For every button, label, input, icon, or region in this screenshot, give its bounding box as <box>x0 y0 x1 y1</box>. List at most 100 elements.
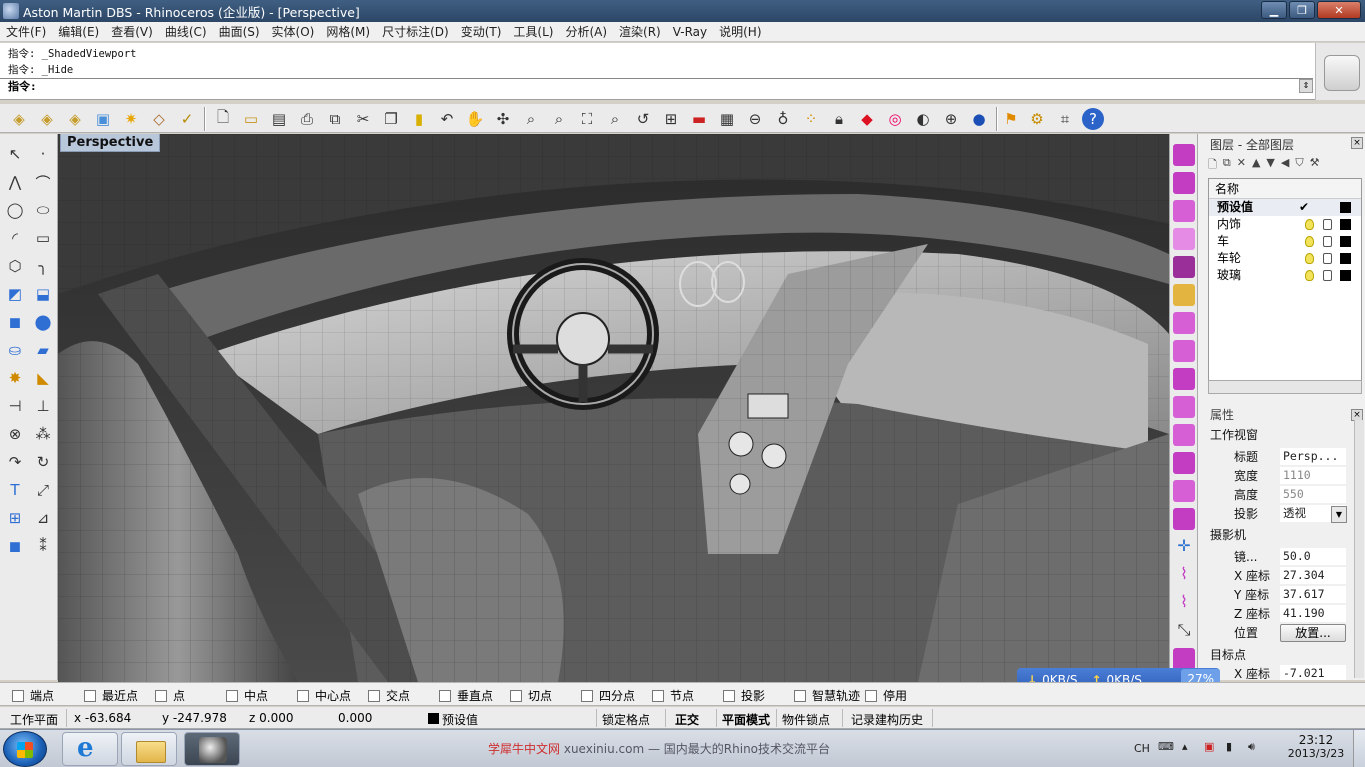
checkbox[interactable] <box>865 689 877 702</box>
select-tag-icon[interactable]: ◈ <box>64 108 86 130</box>
render-sphere-icon[interactable]: ● <box>968 108 990 130</box>
revolve-icon[interactable] <box>1173 368 1195 390</box>
camera-x-field[interactable]: 27.304 <box>1280 567 1346 584</box>
undo-icon[interactable]: ↶ <box>436 108 458 130</box>
curve-cv-icon[interactable]: ⌒ <box>31 170 55 194</box>
scale-arrow-icon[interactable]: ⤡ <box>1173 620 1195 642</box>
layer-row[interactable]: 玻璃 <box>1209 267 1361 284</box>
polygon-icon[interactable]: ⬡ <box>3 254 27 278</box>
text-icon[interactable]: T <box>3 478 27 502</box>
camera-y-field[interactable]: 37.617 <box>1280 586 1346 603</box>
solid-cube-icon[interactable] <box>1173 508 1195 530</box>
surface-corners-icon[interactable]: ◩ <box>3 282 27 306</box>
curve-point-icon[interactable]: ⌇ <box>1173 592 1195 614</box>
checkbox[interactable] <box>226 689 238 702</box>
checkbox[interactable] <box>581 689 593 702</box>
planar-surface-icon[interactable] <box>1173 480 1195 502</box>
fillet-curve-icon[interactable]: ╮ <box>31 254 55 278</box>
target-x-field[interactable]: -7.021 <box>1280 665 1346 680</box>
viewport-title-field[interactable]: Persp... <box>1280 448 1346 465</box>
menu-view[interactable]: 查看(V) <box>105 23 159 40</box>
zoom-extents-icon[interactable]: ⛶ <box>576 108 598 130</box>
tray-arrow-icon[interactable]: ▴ <box>1182 740 1188 753</box>
osnap-disable[interactable]: 停用 <box>865 687 907 704</box>
solid-box-icon[interactable]: ◼ <box>3 534 27 558</box>
camera-z-field[interactable]: 41.190 <box>1280 605 1346 622</box>
unlock-icon[interactable] <box>1323 236 1332 247</box>
menu-dimension[interactable]: 尺寸标注(D) <box>376 23 455 40</box>
close-icon[interactable]: × <box>1351 137 1363 149</box>
tray-app-icon[interactable]: ▣ <box>1204 740 1214 753</box>
box-icon[interactable]: ◼ <box>3 310 27 334</box>
menu-file[interactable]: 文件(F) <box>0 23 52 40</box>
osnap-tangent[interactable]: 切点 <box>510 687 552 704</box>
properties-scrollbar[interactable] <box>1354 420 1364 678</box>
osnap-end[interactable]: 端点 <box>12 687 54 704</box>
lock-icon[interactable]: 🔒︎ <box>828 108 850 130</box>
unlock-icon[interactable] <box>1323 253 1332 264</box>
filter-icon[interactable]: ⛉ <box>1295 156 1303 174</box>
layer-color-swatch[interactable] <box>1340 270 1351 281</box>
boolean-icon[interactable]: ⊗ <box>3 422 27 446</box>
cylinder-icon[interactable]: ⛀ <box>3 338 27 362</box>
menu-curve[interactable]: 曲线(C) <box>159 23 213 40</box>
osnap-mid[interactable]: 中点 <box>226 687 268 704</box>
input-method-indicator[interactable]: CH <box>1134 742 1150 755</box>
split-icon[interactable]: ⊥ <box>31 394 55 418</box>
menu-mesh[interactable]: 网格(M) <box>320 23 376 40</box>
blend-surface-icon[interactable] <box>1173 340 1195 362</box>
layer-row[interactable]: 内饰 <box>1209 216 1361 233</box>
planar-toggle[interactable]: 平面模式 <box>722 711 770 728</box>
rotate-view-icon[interactable]: ✣ <box>492 108 514 130</box>
keyboard-icon[interactable]: ⌨ <box>1158 740 1174 753</box>
minimize-button[interactable]: ▁ <box>1261 1 1287 19</box>
select-points-icon[interactable]: ⁘ <box>800 108 822 130</box>
select-tag-icon[interactable]: ◈ <box>36 108 58 130</box>
new-layer-icon[interactable]: 🗋 <box>1208 156 1217 174</box>
zoom-icon[interactable]: ⌕ <box>520 108 542 130</box>
options-gear-icon[interactable]: ⚙ <box>1026 108 1048 130</box>
layer-color-swatch[interactable] <box>1340 253 1351 264</box>
osnap-toggle[interactable]: 物件锁点 <box>782 711 830 728</box>
menu-edit[interactable]: 编辑(E) <box>52 23 105 40</box>
explode-icon[interactable]: ✸ <box>3 366 27 390</box>
zoom-selected-icon[interactable]: ⌕ <box>604 108 626 130</box>
pan-hand-icon[interactable]: ✋ <box>464 108 486 130</box>
cplane-icon[interactable]: ⊖ <box>744 108 766 130</box>
menu-analyze[interactable]: 分析(A) <box>559 23 613 40</box>
explorer-folder-icon[interactable] <box>121 732 177 766</box>
cube-icon[interactable]: ▣ <box>92 108 114 130</box>
copy-icon[interactable]: ❐ <box>380 108 402 130</box>
menu-surface[interactable]: 曲面(S) <box>213 23 266 40</box>
select-tag-icon[interactable]: ◈ <box>8 108 30 130</box>
car-icon[interactable]: ▬ <box>688 108 710 130</box>
layer-row[interactable]: 预设值 ✔ <box>1209 199 1361 216</box>
command-prompt[interactable]: 指令: <box>0 78 1313 95</box>
viewport-title-tab[interactable]: Perspective <box>60 134 161 152</box>
current-layer-status[interactable]: 预设值 <box>442 711 478 728</box>
tree-icon[interactable]: ⌗ <box>1054 108 1076 130</box>
polyline-icon[interactable]: ⋀ <box>3 170 27 194</box>
dimension-icon[interactable]: ⊿ <box>31 506 55 530</box>
lightbulb-icon[interactable] <box>1305 270 1314 281</box>
menu-render[interactable]: 渲染(R) <box>613 23 667 40</box>
checkbox[interactable] <box>12 689 24 702</box>
mesh-box-icon[interactable] <box>1173 256 1195 278</box>
clock[interactable]: 23:12 2013/3/23 <box>1286 733 1346 760</box>
offset-surface-icon[interactable] <box>1173 424 1195 446</box>
menu-transform[interactable]: 变动(T) <box>455 23 508 40</box>
light-icon[interactable]: ✷ <box>120 108 142 130</box>
rotate-icon[interactable]: ↷ <box>3 450 27 474</box>
color-wheel-icon[interactable]: ◎ <box>884 108 906 130</box>
menu-vray[interactable]: V-Ray <box>667 25 713 39</box>
patch-icon[interactable] <box>1173 228 1195 250</box>
move-out-icon[interactable]: ◀ <box>1281 156 1289 174</box>
wire-sphere-icon[interactable]: ⊕ <box>940 108 962 130</box>
maximize-button[interactable]: ❐ <box>1289 1 1315 19</box>
unlock-icon[interactable] <box>1323 270 1332 281</box>
check-icon[interactable]: ✓ <box>176 108 198 130</box>
layer-color-swatch[interactable] <box>1340 202 1351 213</box>
layer-row[interactable]: 车轮 <box>1209 250 1361 267</box>
array-icon[interactable]: ⁂ <box>31 422 55 446</box>
internet-explorer-icon[interactable] <box>62 732 118 766</box>
